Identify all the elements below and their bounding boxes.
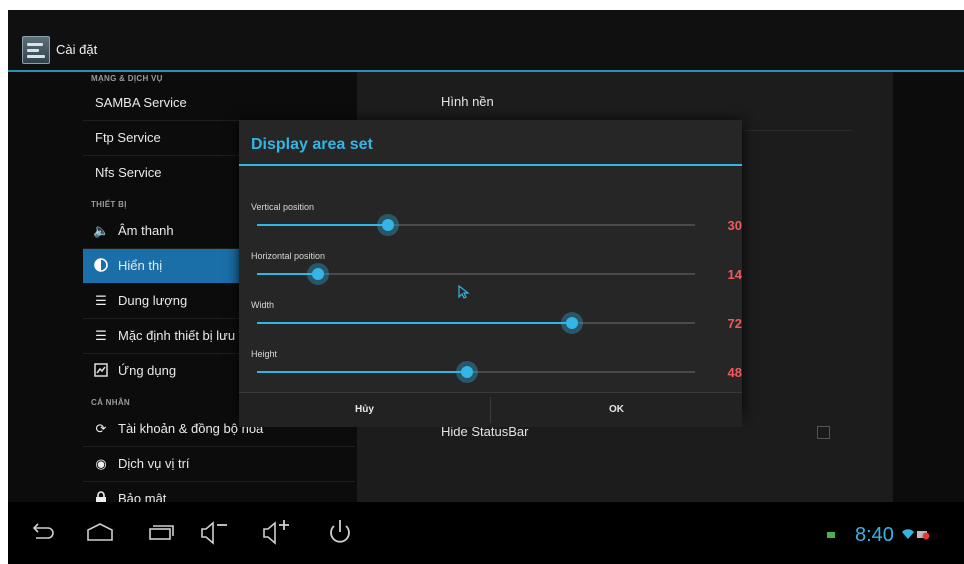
volume-up-icon[interactable] xyxy=(258,514,294,550)
slider-thumb[interactable] xyxy=(456,361,479,383)
width-row: Width 72 xyxy=(239,300,742,350)
back-icon[interactable] xyxy=(24,514,60,550)
mouse-cursor-icon xyxy=(458,285,470,299)
action-bar: Cài đặt xyxy=(8,10,964,72)
slider-thumb[interactable] xyxy=(561,312,584,334)
dialog-title-divider xyxy=(239,164,742,166)
slider-thumb[interactable] xyxy=(377,214,400,236)
list-item-label: Nfs Service xyxy=(95,165,162,180)
slider-fill xyxy=(257,224,389,226)
clock: 8:40 xyxy=(855,524,894,546)
list-item-samba[interactable]: SAMBA Service xyxy=(83,86,355,121)
default-storage-icon: ☰ xyxy=(95,328,107,343)
horizontal-position-slider[interactable] xyxy=(257,263,695,285)
ok-button[interactable]: OK xyxy=(491,393,742,427)
app-title: Cài đặt xyxy=(56,42,98,57)
list-item-label: Mặc định thiết bị lưu xyxy=(118,328,236,343)
speaker-icon: 🔈 xyxy=(93,223,110,238)
section-header-network: MẠNG & DỊCH VỤ xyxy=(91,74,163,83)
list-item-label: Ftp Service xyxy=(95,130,161,145)
settings-app-icon[interactable] xyxy=(22,36,50,64)
section-header-personal: CÁ NHÂN xyxy=(91,398,130,407)
list-item-label: Ứng dụng xyxy=(118,363,177,378)
apps-icon xyxy=(93,363,109,379)
navigation-bar xyxy=(8,502,964,564)
height-value: 48 xyxy=(727,365,742,380)
height-label: Height xyxy=(251,349,278,359)
storage-icon: ☰ xyxy=(95,293,107,308)
location-icon: ◉ xyxy=(95,456,107,471)
slider-thumb[interactable] xyxy=(307,263,330,285)
width-slider[interactable] xyxy=(257,312,695,334)
horizontal-position-label: Horizontal position xyxy=(251,251,326,261)
horizontal-position-value: 14 xyxy=(727,267,742,282)
wallpaper-label: Hình nền xyxy=(441,94,494,109)
sync-icon: ⟳ xyxy=(95,421,107,436)
notification-icon xyxy=(827,532,835,538)
vertical-position-value: 30 xyxy=(727,218,742,233)
display-area-dialog: Display area set Vertical position 30 Ho… xyxy=(239,120,742,427)
width-value: 72 xyxy=(727,316,742,331)
list-item-location[interactable]: ◉ Dịch vụ vị trí xyxy=(83,447,355,482)
volume-down-icon[interactable] xyxy=(196,514,232,550)
slider-fill xyxy=(257,371,468,373)
height-slider[interactable] xyxy=(257,361,695,383)
slider-fill xyxy=(257,322,573,324)
vertical-position-row: Vertical position 30 xyxy=(239,202,742,252)
cancel-button[interactable]: Hủy xyxy=(239,393,490,427)
dialog-button-bar: Hủy OK xyxy=(239,392,742,427)
home-icon[interactable] xyxy=(82,514,118,550)
display-icon xyxy=(93,258,109,274)
list-item-label: Dung lượng xyxy=(118,293,188,308)
power-icon[interactable] xyxy=(322,514,358,550)
width-label: Width xyxy=(251,300,275,310)
horizontal-position-row: Horizontal position 14 xyxy=(239,251,742,301)
dialog-title: Display area set xyxy=(251,136,373,153)
vertical-position-label: Vertical position xyxy=(251,202,315,212)
list-item-label: Dịch vụ vị trí xyxy=(118,456,190,471)
section-header-device: THIẾT BỊ xyxy=(91,200,127,209)
list-item-label: Âm thanh xyxy=(118,223,174,238)
wifi-icon xyxy=(902,529,914,539)
recent-apps-icon[interactable] xyxy=(142,514,178,550)
hide-statusbar-checkbox[interactable] xyxy=(817,426,830,439)
list-item-label: Hiển thị xyxy=(118,258,163,273)
android-screen: Cài đặt Hình nền Hide StatusBar MẠNG & D… xyxy=(8,10,964,564)
ethernet-error-icon xyxy=(917,531,930,540)
list-item-label: SAMBA Service xyxy=(95,95,187,110)
vertical-position-slider[interactable] xyxy=(257,214,695,236)
